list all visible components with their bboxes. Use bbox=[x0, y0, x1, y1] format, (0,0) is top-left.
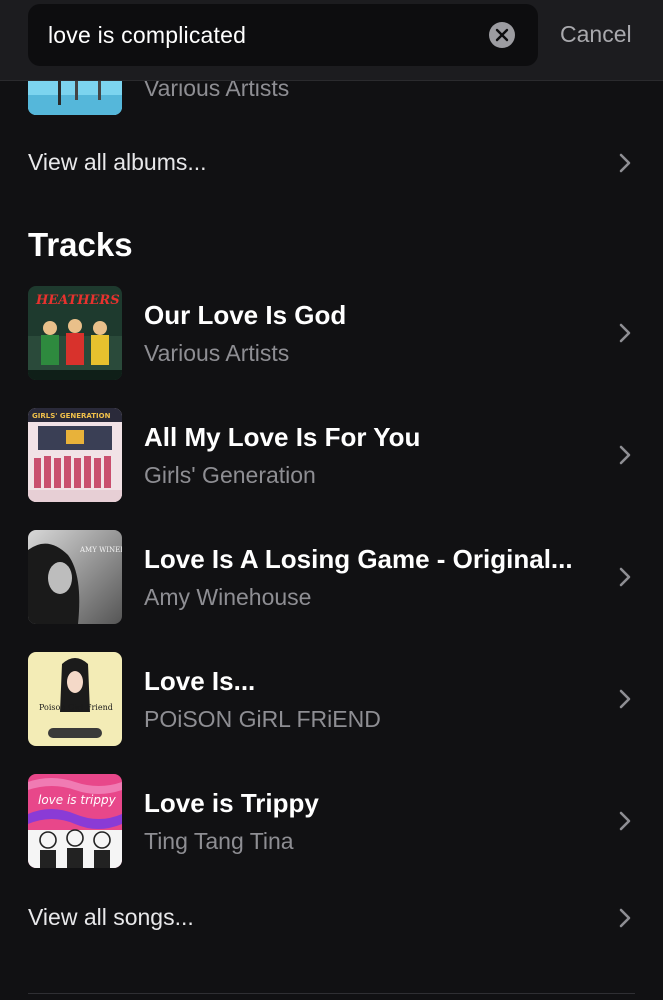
track-artist: Various Artists bbox=[144, 340, 290, 366]
svg-text:GIRLS' GENERATION: GIRLS' GENERATION bbox=[32, 412, 111, 420]
chevron-right-icon bbox=[619, 908, 631, 928]
chevron-right-icon bbox=[619, 445, 631, 465]
view-all-songs-label: View all songs... bbox=[28, 904, 194, 930]
track-title: Love Is A Losing Game - Original... bbox=[144, 544, 573, 574]
svg-text:Poison Girl Friend: Poison Girl Friend bbox=[39, 703, 113, 712]
chevron-right-icon bbox=[619, 689, 631, 709]
search-results-page: Various Artists love is complicated Canc… bbox=[0, 0, 663, 1000]
track-artist: Amy Winehouse bbox=[144, 584, 312, 610]
view-all-albums-link[interactable]: View all albums... bbox=[28, 143, 638, 183]
heathers-cover: HEATHERS bbox=[28, 286, 122, 380]
search-input[interactable]: love is complicated bbox=[28, 4, 538, 66]
chevron-right-icon bbox=[619, 567, 631, 587]
svg-text:love is trippy: love is trippy bbox=[38, 793, 117, 807]
view-all-albums-label: View all albums... bbox=[28, 149, 207, 175]
svg-text:HEATHERS: HEATHERS bbox=[35, 293, 120, 308]
clear-search-icon[interactable] bbox=[489, 22, 515, 48]
track-row[interactable]: love is trippy Love is Trippy Ting Tang … bbox=[0, 774, 663, 874]
track-artist: POiSON GiRL FRiEND bbox=[144, 706, 381, 732]
search-query[interactable]: love is complicated bbox=[48, 22, 246, 49]
track-artist: Ting Tang Tina bbox=[144, 828, 294, 854]
track-row[interactable]: AMY WINEHOUSE Love Is A Losing Game - Or… bbox=[0, 530, 663, 630]
track-title: Our Love Is God bbox=[144, 300, 347, 330]
track-title: All My Love Is For You bbox=[144, 422, 421, 452]
tracks-section-title: Tracks bbox=[28, 226, 133, 263]
amy-winehouse-cover: AMY WINEHOUSE bbox=[28, 530, 122, 624]
divider bbox=[28, 993, 635, 994]
search-header: love is complicated Cancel bbox=[0, 0, 663, 81]
chevron-right-icon bbox=[619, 811, 631, 831]
svg-text:AMY WINEHOUSE: AMY WINEHOUSE bbox=[79, 546, 122, 554]
track-row[interactable]: Poison Girl Friend Love Is... POiSON GiR… bbox=[0, 652, 663, 752]
track-title: Love is Trippy bbox=[144, 788, 319, 818]
girls-generation-cover: GIRLS' GENERATION bbox=[28, 408, 122, 502]
track-title: Love Is... bbox=[144, 666, 256, 696]
chevron-right-icon bbox=[619, 323, 631, 343]
track-row[interactable]: GIRLS' GENERATION All My Love Is For You… bbox=[0, 408, 663, 508]
cancel-button[interactable]: Cancel bbox=[560, 21, 632, 48]
poison-girl-friend-cover: Poison Girl Friend bbox=[28, 652, 122, 746]
track-row[interactable]: HEATHERS Our Love Is God Various Artists bbox=[0, 286, 663, 386]
view-all-songs-link[interactable]: View all songs... bbox=[28, 898, 638, 938]
love-is-trippy-cover: love is trippy bbox=[28, 774, 122, 868]
chevron-right-icon bbox=[619, 153, 631, 173]
track-artist: Girls' Generation bbox=[144, 462, 316, 488]
